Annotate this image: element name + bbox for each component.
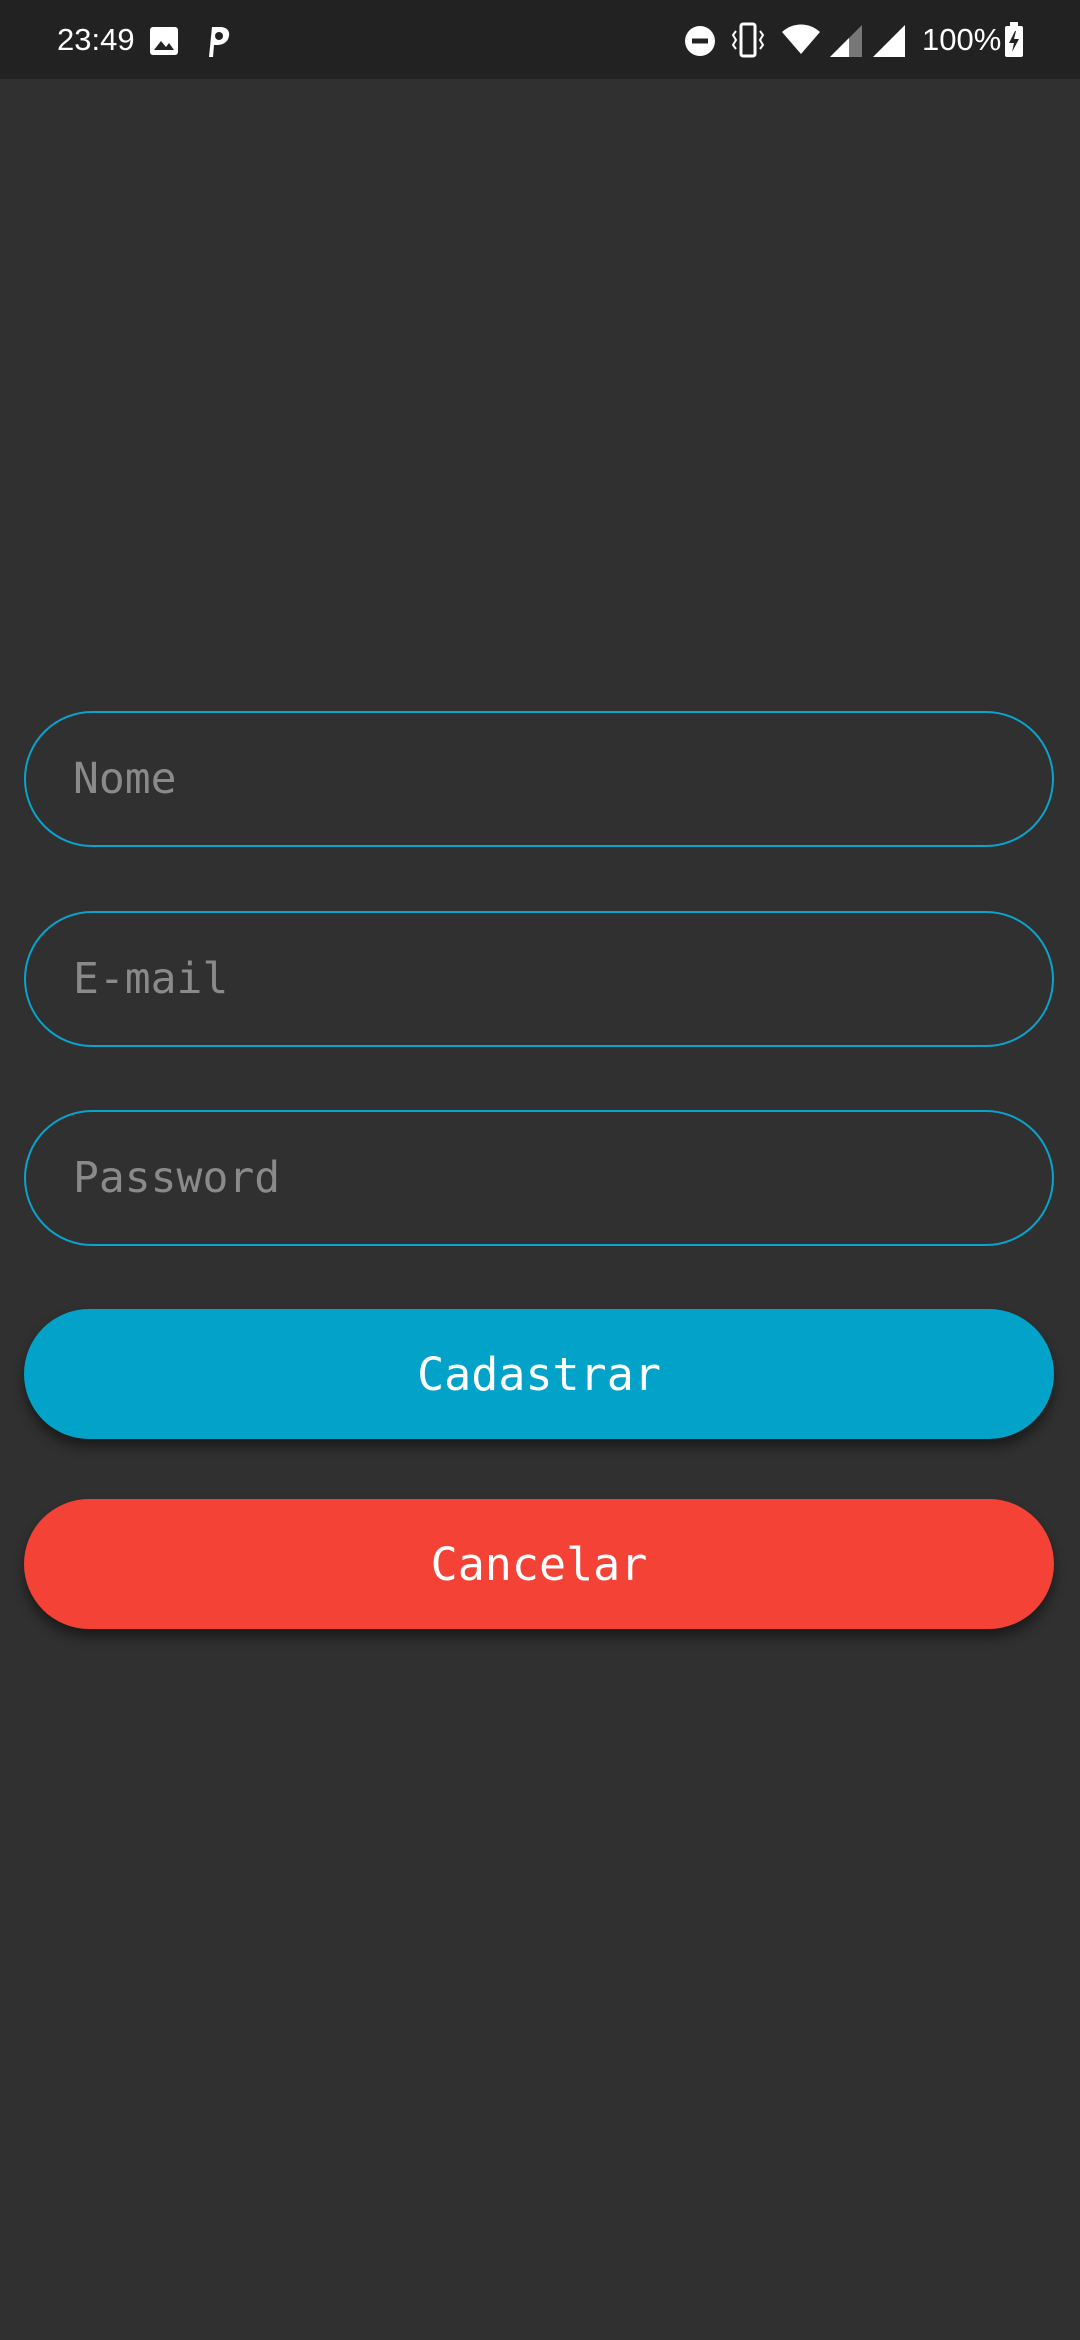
password-input[interactable] xyxy=(24,1110,1054,1246)
battery-percentage: 100% xyxy=(922,22,1002,57)
name-input[interactable] xyxy=(24,711,1054,847)
do-not-disturb-icon xyxy=(685,26,715,56)
register-button[interactable]: Cadastrar xyxy=(24,1309,1054,1439)
email-input[interactable] xyxy=(24,911,1054,1047)
image-icon xyxy=(150,27,178,55)
register-screen: 23:49 100% Nome E-mail Cadastrar Cancela… xyxy=(0,0,1080,2340)
wifi-icon xyxy=(782,24,820,54)
signal-icon xyxy=(873,25,905,57)
status-time: 23:49 xyxy=(57,22,135,57)
cancel-button[interactable]: Cancelar xyxy=(24,1499,1054,1629)
parking-app-icon xyxy=(209,27,230,57)
vibrate-icon xyxy=(731,22,765,58)
signal-icon xyxy=(830,25,862,57)
battery-charging-icon xyxy=(1005,22,1023,57)
status-bar: 23:49 100% xyxy=(0,0,1080,79)
